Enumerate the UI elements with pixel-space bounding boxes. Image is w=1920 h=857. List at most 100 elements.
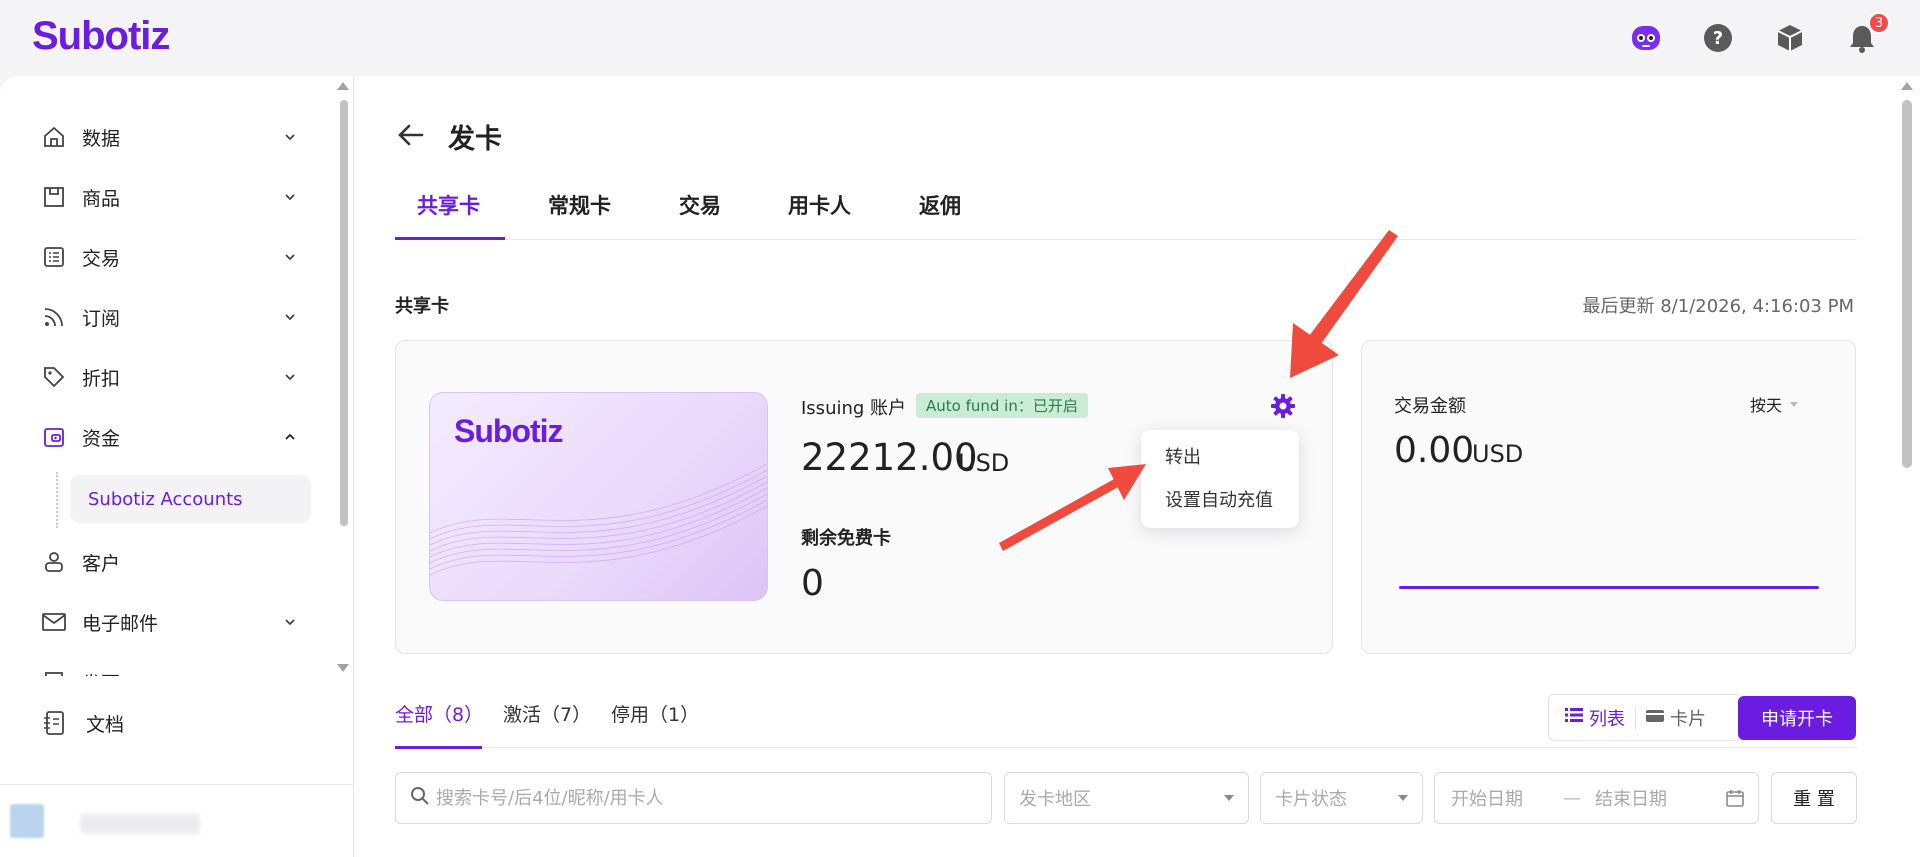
- account-currency: USD: [958, 449, 1010, 477]
- caret-down-icon: [1398, 795, 1408, 801]
- card-status-select[interactable]: 卡片状态: [1260, 772, 1423, 824]
- sidebar-divider: [0, 784, 354, 785]
- active-tab-indicator: [395, 237, 505, 240]
- assistant-bot-icon[interactable]: [1628, 20, 1664, 56]
- docs-label: 文档: [86, 713, 125, 736]
- sidebar-item-invoices[interactable]: 发票: [40, 662, 300, 676]
- sidebar: 数据 商品 交易 订阅 折扣 资金 Subotiz Accounts 客户 电子…: [0, 76, 354, 857]
- sidebar-item-label: 数据: [82, 127, 121, 150]
- top-bar: Subotiz ? 3: [0, 0, 1920, 76]
- transaction-amount-label: 交易金额: [1394, 396, 1466, 417]
- auto-fund-badge: Auto fund in：已开启: [916, 393, 1088, 418]
- reset-button[interactable]: 重 置: [1771, 772, 1857, 824]
- sidebar-item-customers[interactable]: 客户: [40, 542, 300, 582]
- chevron-down-icon: [280, 367, 300, 387]
- view-toggle: 列表 卡片: [1548, 694, 1742, 741]
- period-select-value: 按天: [1750, 396, 1783, 415]
- main-scrollbar-thumb[interactable]: [1902, 100, 1912, 468]
- rss-icon: [40, 303, 68, 331]
- sidebar-item-products[interactable]: 商品: [40, 177, 300, 217]
- invoice-icon: [40, 668, 68, 676]
- calendar-icon: [1726, 789, 1744, 812]
- sidebar-item-label: 订阅: [82, 307, 121, 330]
- sidebar-item-transactions[interactable]: 交易: [40, 237, 300, 277]
- tab-regular-card[interactable]: 常规卡: [548, 188, 611, 240]
- sidebar-item-docs[interactable]: 文档: [40, 709, 124, 737]
- tab-rebates[interactable]: 返佣: [919, 188, 961, 240]
- caret-down-icon: [1790, 401, 1799, 407]
- transaction-amount-panel: [1361, 340, 1856, 654]
- sidebar-nav: 数据 商品 交易 订阅 折扣 资金 Subotiz Accounts 客户 电子…: [0, 76, 336, 676]
- back-arrow-icon[interactable]: [396, 120, 426, 150]
- sidebar-item-label: 发票: [82, 669, 120, 677]
- search-field[interactable]: [395, 772, 992, 824]
- scroll-up-arrow-icon[interactable]: [337, 82, 349, 90]
- date-range-picker[interactable]: 开始日期 — 结束日期: [1434, 772, 1759, 824]
- transaction-amount-currency: USD: [1472, 440, 1524, 468]
- card-wave-pattern: [430, 463, 767, 576]
- home-icon: [40, 123, 68, 151]
- sidebar-item-discounts[interactable]: 折扣: [40, 357, 300, 397]
- date-separator: —: [1563, 787, 1581, 809]
- chevron-down-icon: [280, 307, 300, 327]
- view-card-label: 卡片: [1670, 708, 1706, 730]
- transaction-amount-value: 0.00: [1394, 430, 1475, 471]
- caret-down-icon: [1224, 795, 1234, 801]
- scroll-up-arrow-icon[interactable]: [1901, 82, 1913, 90]
- menu-item-auto-recharge[interactable]: 设置自动充值: [1165, 486, 1273, 512]
- gear-icon[interactable]: [1270, 393, 1296, 419]
- sidebar-item-funds[interactable]: 资金: [40, 417, 300, 457]
- sidebar-scrollbar-thumb[interactable]: [340, 100, 348, 526]
- scroll-down-arrow-icon[interactable]: [337, 664, 349, 672]
- mail-icon: [40, 608, 68, 636]
- sidebar-item-label: 交易: [82, 247, 121, 270]
- wallet-icon: [40, 423, 68, 451]
- sidebar-item-label: 客户: [82, 552, 121, 575]
- user-name-blurred: [80, 814, 200, 834]
- tab-transactions[interactable]: 交易: [679, 188, 721, 240]
- chevron-down-icon: [280, 612, 300, 632]
- chevron-down-icon: [280, 187, 300, 207]
- document-icon: [40, 709, 68, 737]
- card-visual: Subotiz: [429, 392, 768, 601]
- list-view-icon: [1565, 707, 1583, 728]
- help-icon[interactable]: ?: [1700, 20, 1736, 56]
- last-updated-text: 最后更新 8/1/2026, 4:16:03 PM: [1582, 296, 1854, 317]
- sidebar-subitem-subotiz-accounts[interactable]: Subotiz Accounts: [70, 475, 311, 523]
- view-list-button[interactable]: 列表: [1549, 705, 1625, 731]
- sidebar-item-label: 电子邮件: [82, 612, 159, 635]
- search-input[interactable]: [436, 787, 956, 809]
- sidebar-item-email[interactable]: 电子邮件: [40, 602, 300, 642]
- tab-shared-card[interactable]: 共享卡: [417, 188, 480, 240]
- transaction-trend-line: [1399, 586, 1819, 589]
- package-icon[interactable]: [1772, 20, 1808, 56]
- sidebar-item-data[interactable]: 数据: [40, 117, 300, 157]
- chevron-up-icon: [280, 427, 300, 447]
- active-filter-indicator: [395, 746, 482, 749]
- end-date-input[interactable]: 结束日期: [1595, 785, 1667, 811]
- notification-bell-icon[interactable]: 3: [1844, 12, 1890, 56]
- filter-tab-disabled[interactable]: 停用（1）: [611, 700, 699, 727]
- view-card-button[interactable]: 卡片: [1636, 705, 1706, 731]
- tab-cardholders[interactable]: 用卡人: [788, 188, 851, 240]
- free-cards-value: 0: [801, 563, 824, 604]
- section-title: 共享卡: [395, 296, 449, 317]
- app-logo[interactable]: Subotiz: [32, 14, 170, 59]
- filter-tab-all[interactable]: 全部（8）: [395, 700, 483, 727]
- svg-text:?: ?: [1713, 28, 1723, 49]
- page-title: 发卡: [448, 124, 502, 155]
- free-cards-label: 剩余免费卡: [801, 528, 891, 549]
- start-date-input[interactable]: 开始日期: [1451, 785, 1523, 811]
- status-select-placeholder: 卡片状态: [1275, 789, 1347, 810]
- region-select[interactable]: 发卡地区: [1004, 772, 1249, 824]
- tab-bar: 共享卡 常规卡 交易 用卡人 返佣: [395, 188, 1857, 240]
- menu-item-transfer-out[interactable]: 转出: [1165, 443, 1201, 469]
- filter-tab-active[interactable]: 激活（7）: [503, 700, 591, 727]
- sidebar-item-subscriptions[interactable]: 订阅: [40, 297, 300, 337]
- account-balance: 22212.00: [801, 436, 978, 479]
- period-select[interactable]: 按天: [1750, 392, 1799, 416]
- card-view-icon: [1646, 707, 1664, 728]
- user-avatar[interactable]: [10, 804, 44, 838]
- apply-card-button[interactable]: 申请开卡: [1738, 696, 1856, 740]
- notification-badge: 3: [1868, 12, 1890, 34]
